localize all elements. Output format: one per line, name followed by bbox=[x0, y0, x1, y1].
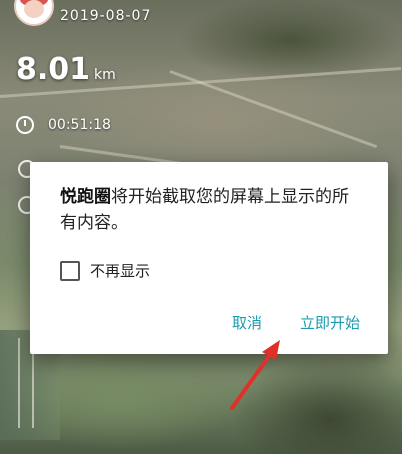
dont-show-again-checkbox[interactable] bbox=[60, 260, 80, 281]
run-date: 2019-08-07 bbox=[60, 8, 152, 24]
duration-row: 00:51:18 bbox=[16, 116, 111, 134]
distance-value: 8.01 bbox=[16, 52, 91, 87]
dont-show-again-label: 不再显示 bbox=[90, 262, 151, 280]
map-road bbox=[169, 70, 378, 149]
dialog-app-name: 悦跑圈 bbox=[60, 187, 111, 207]
distance-display: 8.01 km bbox=[16, 52, 116, 87]
clock-icon bbox=[16, 116, 34, 134]
screen-capture-permission-dialog: 悦跑圈将开始截取您的屏幕上显示的所有内容。 不再显示 取消 立即开始 bbox=[30, 162, 388, 354]
start-now-button[interactable]: 立即开始 bbox=[298, 308, 362, 337]
distance-unit: km bbox=[94, 67, 116, 83]
dont-show-again-row[interactable]: 不再显示 bbox=[60, 260, 150, 281]
dialog-message: 悦跑圈将开始截取您的屏幕上显示的所有内容。 bbox=[60, 184, 360, 236]
duration-value: 00:51:18 bbox=[48, 117, 111, 133]
cancel-button[interactable]: 取消 bbox=[230, 308, 264, 337]
pier bbox=[18, 338, 20, 428]
